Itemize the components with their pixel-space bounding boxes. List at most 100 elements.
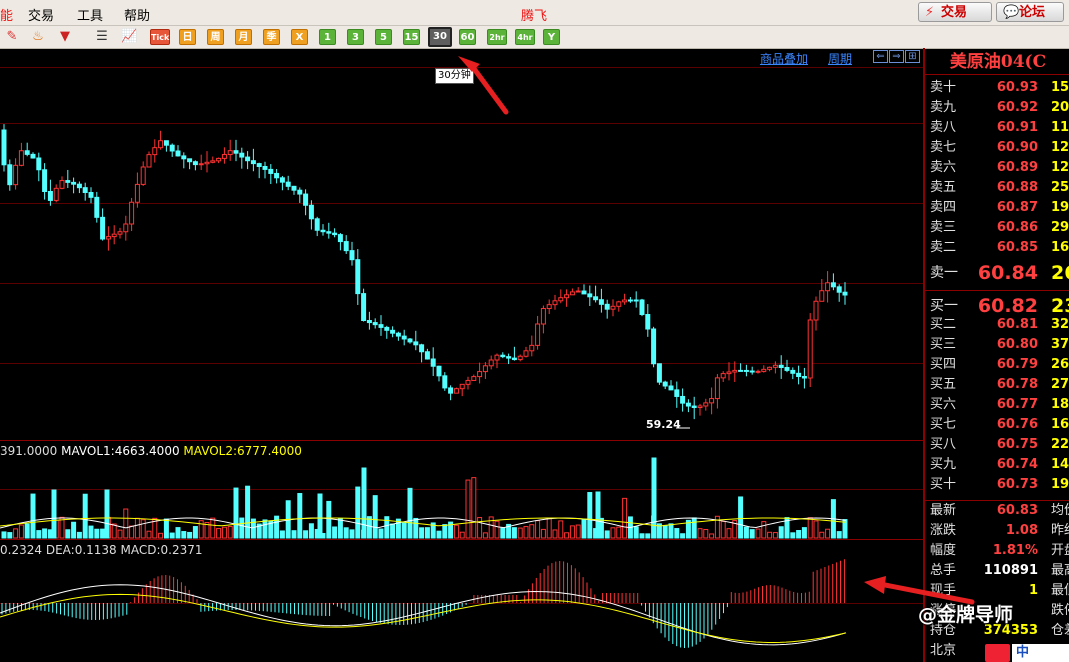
candle-body <box>401 335 407 340</box>
candle-body <box>477 371 483 378</box>
period-button-月[interactable]: 月 <box>235 29 252 45</box>
ask-price: 60.84 <box>977 262 1038 284</box>
menu-bar: 能 交易 工具 帮助 腾飞 ⚡ 交易 💬 论坛 <box>0 0 1069 26</box>
ask-level-label: 卖三 <box>930 220 957 235</box>
ask-row[interactable]: 卖一 60.84 26 <box>927 263 1069 283</box>
candle-body <box>88 192 94 198</box>
period-button-1[interactable]: 1 <box>319 29 336 45</box>
volume-bar <box>24 523 30 539</box>
ask-volume: 20 <box>1051 100 1069 115</box>
menu-item-tools[interactable]: 工具 <box>77 5 103 24</box>
bid-volume: 22 <box>1051 437 1069 452</box>
period-button-2hr[interactable]: 2hr <box>487 29 507 45</box>
volume-bar <box>59 516 65 539</box>
stat-row: 幅度 1.81% 开盘 <box>927 541 1069 561</box>
stat-extra-label: 昨结 <box>1051 523 1069 538</box>
ask-row[interactable]: 卖二 60.85 16 <box>927 238 1069 258</box>
bid-row[interactable]: 买九 60.74 14 <box>927 455 1069 475</box>
period-button-5[interactable]: 5 <box>375 29 392 45</box>
ask-level-label: 卖六 <box>930 160 957 175</box>
line-chart-icon[interactable]: 📈 <box>121 29 137 45</box>
ask-level-label: 卖八 <box>930 120 957 135</box>
ask-level-label: 卖二 <box>930 240 957 255</box>
candle-body <box>691 405 697 408</box>
ask-price: 60.85 <box>996 240 1038 255</box>
bid-row[interactable]: 买二 60.81 32 <box>927 315 1069 335</box>
bid-row[interactable]: 买八 60.75 22 <box>927 435 1069 455</box>
period-button-30[interactable]: 30 <box>428 27 452 47</box>
candle-body <box>291 185 297 191</box>
bid-row[interactable]: 买十 60.73 19 <box>927 475 1069 495</box>
period-button-周[interactable]: 周 <box>207 29 224 45</box>
candle-body <box>500 354 506 358</box>
volume-bar <box>477 517 483 539</box>
volume-bar <box>778 526 784 539</box>
volume-indicator-labels: 391.0000 MAVOL1:4663.4000 MAVOL2:6777.40… <box>0 444 302 458</box>
stat-extra-label: 均价 <box>1051 503 1069 518</box>
ask-volume: 29 <box>1051 220 1069 235</box>
period-button-15[interactable]: 15 <box>403 29 420 45</box>
pencil-icon[interactable]: ✎ <box>4 29 20 45</box>
volume-bar <box>575 524 581 539</box>
volume-bar <box>709 533 715 539</box>
ask-row[interactable]: 卖四 60.87 19 <box>927 198 1069 218</box>
bid-row[interactable]: 买四 60.79 26 <box>927 355 1069 375</box>
period-button-y[interactable]: Y <box>543 29 560 45</box>
candle-body <box>245 156 251 162</box>
ask-price: 60.87 <box>996 200 1038 215</box>
menu-item-trade[interactable]: 交易 <box>28 5 54 24</box>
ask-level-label: 卖五 <box>930 180 957 195</box>
volume-bar <box>755 528 761 539</box>
ask-row[interactable]: 卖七 60.90 12 <box>927 138 1069 158</box>
candle-body <box>1 129 7 166</box>
candle-body <box>593 296 599 301</box>
period-button-季[interactable]: 季 <box>263 29 280 45</box>
candle-body <box>598 299 604 305</box>
ask-price: 60.93 <box>996 80 1038 95</box>
ask-row[interactable]: 卖九 60.92 20 <box>927 98 1069 118</box>
ask-level-label: 卖四 <box>930 200 957 215</box>
period-button-日[interactable]: 日 <box>179 29 196 45</box>
ask-row[interactable]: 卖八 60.91 11 <box>927 118 1069 138</box>
period-button-60[interactable]: 60 <box>459 29 476 45</box>
menu-item-help[interactable]: 帮助 <box>124 5 150 24</box>
period-button-x[interactable]: X <box>291 29 308 45</box>
stat-label: 北京 <box>930 643 957 658</box>
ask-row[interactable]: 卖三 60.86 29 <box>927 218 1069 238</box>
ime-indicator[interactable]: 中 <box>1012 644 1069 662</box>
candle-body <box>123 223 129 233</box>
candle-body <box>610 305 616 310</box>
paint-icon[interactable]: ♨ <box>30 29 46 45</box>
funnel-icon[interactable]: ▼ <box>57 29 73 45</box>
volume-bar <box>297 493 303 539</box>
candle-body <box>558 297 564 302</box>
candle-body <box>465 379 471 385</box>
volume-bar <box>175 527 181 539</box>
forum-button[interactable]: 💬 论坛 <box>996 2 1064 22</box>
bid-row[interactable]: 买三 60.80 37 <box>927 335 1069 355</box>
volume-bar-spike <box>651 457 657 539</box>
candle-body <box>662 381 668 387</box>
bid-row[interactable]: 买五 60.78 27 <box>927 375 1069 395</box>
bid-price: 60.78 <box>996 377 1038 392</box>
candle-body <box>836 286 842 293</box>
period-button-4hr[interactable]: 4hr <box>515 29 535 45</box>
kline-chart[interactable] <box>0 48 923 662</box>
period-button-3[interactable]: 3 <box>347 29 364 45</box>
period-button-tick[interactable]: Tick <box>150 29 170 45</box>
menu-item-partial[interactable]: 能 <box>0 5 13 24</box>
bid-row[interactable]: 买六 60.77 18 <box>927 395 1069 415</box>
candle-body <box>419 344 425 353</box>
ask-row[interactable]: 卖六 60.89 12 <box>927 158 1069 178</box>
volume-bar <box>134 517 140 539</box>
candle-body <box>622 299 628 303</box>
volume-bar <box>819 531 825 539</box>
bid-row[interactable]: 买一 60.82 23 <box>927 296 1069 316</box>
bid-row[interactable]: 买七 60.76 16 <box>927 415 1069 435</box>
trade-button[interactable]: ⚡ 交易 <box>918 2 992 22</box>
ask-row[interactable]: 卖五 60.88 25 <box>927 178 1069 198</box>
ask-row[interactable]: 卖十 60.93 15 <box>927 78 1069 98</box>
volume-bar <box>587 492 593 539</box>
volume-bar <box>662 524 668 539</box>
table-icon[interactable]: ☰ <box>94 29 110 45</box>
